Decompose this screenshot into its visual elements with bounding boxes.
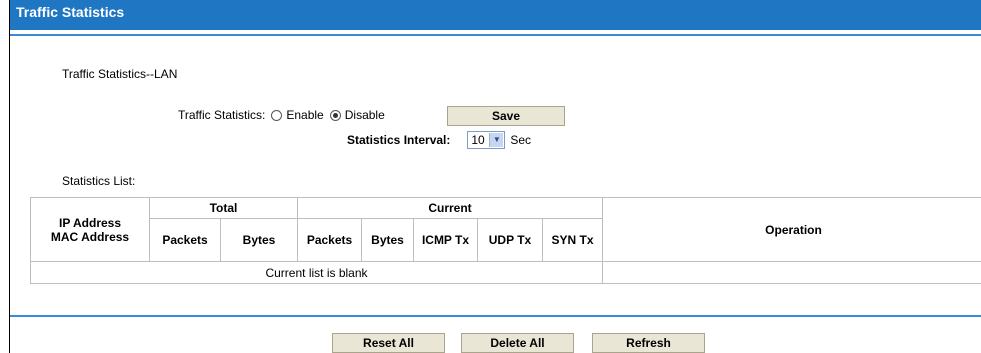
statistics-interval-row: Statistics Interval: 10 ▼ Sec bbox=[347, 131, 531, 149]
save-button[interactable]: Save bbox=[447, 106, 565, 126]
delete-all-button[interactable]: Delete All bbox=[461, 333, 574, 353]
left-border bbox=[9, 0, 10, 353]
disable-radio[interactable] bbox=[329, 109, 341, 121]
ip-mac-header: IP Address MAC Address bbox=[30, 197, 150, 262]
udp-tx-header: UDP Tx bbox=[477, 218, 543, 262]
total-packets-header: Packets bbox=[149, 218, 221, 262]
current-packets-header: Packets bbox=[297, 218, 362, 262]
page-title: Traffic Statistics bbox=[16, 4, 125, 20]
footer-divider bbox=[10, 315, 981, 317]
empty-operation-cell bbox=[602, 261, 981, 284]
enable-label: Enable bbox=[286, 108, 324, 122]
current-header: Current bbox=[297, 197, 603, 219]
statistics-list-label: Statistics List: bbox=[62, 174, 136, 188]
current-bytes-header: Bytes bbox=[361, 218, 414, 262]
disable-label: Disable bbox=[344, 108, 385, 122]
traffic-statistics-row: Traffic Statistics: Enable Disable bbox=[178, 108, 385, 122]
total-header: Total bbox=[149, 197, 298, 219]
empty-list-message: Current list is blank bbox=[30, 261, 603, 284]
reset-all-button[interactable]: Reset All bbox=[332, 333, 445, 353]
statistics-interval-label: Statistics Interval: bbox=[347, 133, 451, 147]
title-divider bbox=[10, 34, 981, 36]
total-bytes-header: Bytes bbox=[220, 218, 298, 262]
enable-radio[interactable] bbox=[271, 109, 283, 121]
refresh-button[interactable]: Refresh bbox=[592, 333, 705, 353]
statistics-table: IP Address MAC Address Total Current Ope… bbox=[30, 197, 981, 284]
syn-tx-header: SYN Tx bbox=[542, 218, 603, 262]
mac-address-header: MAC Address bbox=[50, 229, 130, 244]
chevron-down-icon[interactable]: ▼ bbox=[489, 133, 504, 147]
traffic-statistics-label: Traffic Statistics: bbox=[178, 108, 266, 122]
page-title-bar: Traffic Statistics bbox=[10, 0, 981, 30]
operation-header: Operation bbox=[602, 197, 981, 262]
interval-value: 10 bbox=[471, 133, 485, 147]
icmp-tx-header: ICMP Tx bbox=[413, 218, 478, 262]
ip-address-header: IP Address bbox=[58, 215, 122, 230]
interval-select[interactable]: 10 ▼ bbox=[467, 131, 506, 149]
section-title: Traffic Statistics--LAN bbox=[62, 67, 178, 81]
interval-unit: Sec bbox=[510, 133, 532, 147]
